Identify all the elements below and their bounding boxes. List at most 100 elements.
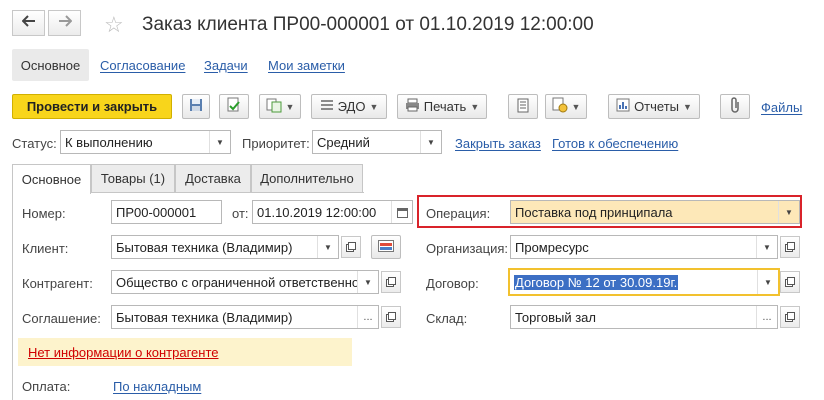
contract-open-button[interactable] [780, 271, 800, 293]
operation-label: Операция: [426, 206, 491, 221]
arrow-right-icon [58, 14, 72, 32]
chevron-down-icon: ▼ [369, 101, 379, 112]
agreement-open-button[interactable] [381, 306, 401, 328]
date-field[interactable]: 01.10.2019 12:00:00 [252, 200, 413, 224]
no-contractor-info-link[interactable]: Нет информации о контрагенте [28, 345, 219, 360]
chevron-down-icon[interactable]: ▼ [778, 201, 799, 223]
view-tab-notes[interactable]: Мои заметки [268, 58, 345, 73]
tab-additional[interactable]: Дополнительно [251, 164, 363, 192]
contractor-select[interactable]: Общество с ограниченной ответственно ▼ [111, 270, 379, 294]
paperclip-icon [729, 97, 741, 116]
number-field[interactable]: ПР00-000001 [111, 200, 222, 224]
tab-goods[interactable]: Товары (1) [91, 164, 175, 192]
tab-main[interactable]: Основное [12, 164, 91, 194]
chevron-down-icon[interactable]: ▼ [420, 131, 441, 153]
create-based-on-button[interactable]: ▼ [259, 94, 301, 119]
tab-delivery[interactable]: Доставка [175, 164, 251, 192]
print-button[interactable]: Печать ▼ [397, 94, 487, 119]
date-value: 01.10.2019 12:00:00 [257, 204, 377, 220]
favorite-star-icon[interactable]: ☆ [104, 12, 124, 38]
ellipsis-icon[interactable]: ... [756, 306, 777, 328]
client-open-button[interactable] [341, 236, 361, 258]
contractor-value: Общество с ограниченной ответственно [116, 274, 357, 290]
warehouse-label: Склад: [426, 311, 468, 326]
warehouse-value: Торговый зал [515, 309, 596, 325]
organization-open-button[interactable] [780, 236, 800, 258]
tab-bar-divider [91, 192, 364, 193]
priority-value: Средний [317, 134, 370, 150]
client-value: Бытовая техника (Владимир) [116, 239, 293, 255]
open-icon [785, 240, 795, 255]
post-document-icon [226, 97, 242, 116]
contact-card-icon [378, 239, 394, 255]
chevron-down-icon[interactable]: ▼ [209, 131, 230, 153]
chevron-down-icon[interactable]: ▼ [357, 271, 378, 293]
panel-border [12, 192, 13, 400]
journal-icon [517, 98, 529, 116]
save-icon [189, 98, 203, 115]
create-based-on-icon [266, 97, 282, 116]
chevron-down-icon[interactable]: ▼ [757, 270, 778, 294]
contract-label: Договор: [426, 276, 479, 291]
client-select[interactable]: Бытовая техника (Владимир) ▼ [111, 235, 339, 259]
files-link[interactable]: Файлы [761, 100, 802, 115]
ellipsis-icon[interactable]: ... [357, 306, 378, 328]
operation-select[interactable]: Поставка под принципала ▼ [510, 200, 800, 224]
number-value: ПР00-000001 [116, 204, 197, 220]
client-card-button[interactable] [371, 235, 401, 259]
agreement-select[interactable]: Бытовая техника (Владимир) ... [111, 305, 379, 329]
edo-icon [320, 99, 334, 114]
printer-icon [405, 98, 420, 115]
calendar-icon[interactable] [391, 201, 412, 223]
journal-button[interactable] [508, 94, 538, 119]
arrow-left-icon [21, 14, 36, 32]
edo-button[interactable]: ЭДО ▼ [311, 94, 387, 119]
ready-for-supply-link[interactable]: Готов к обеспечению [552, 136, 678, 151]
status-value: К выполнению [65, 134, 153, 150]
agreement-label: Соглашение: [22, 311, 101, 326]
agreement-value: Бытовая техника (Владимир) [116, 309, 293, 325]
open-icon [785, 275, 795, 290]
priority-select[interactable]: Средний ▼ [312, 130, 442, 154]
number-label: Номер: [22, 206, 66, 221]
page-title: Заказ клиента ПР00-000001 от 01.10.2019 … [142, 14, 594, 35]
view-tab-approval[interactable]: Согласование [100, 58, 185, 73]
contract-select[interactable]: Договор № 12 от 30.09.19г. ▼ [508, 268, 780, 296]
save-button[interactable] [182, 94, 210, 119]
reports-label: Отчеты [634, 99, 679, 114]
close-order-link[interactable]: Закрыть заказ [455, 136, 541, 151]
open-icon [386, 310, 396, 325]
reports-button[interactable]: Отчеты ▼ [608, 94, 700, 119]
chevron-down-icon: ▼ [683, 101, 692, 112]
status-label: Статус: [12, 136, 57, 151]
post-button[interactable] [219, 94, 249, 119]
view-tab-main[interactable]: Основное [12, 49, 89, 81]
warehouse-open-button[interactable] [780, 306, 800, 328]
priority-label: Приоритет: [242, 136, 310, 151]
contract-value: Договор № 12 от 30.09.19г. [514, 274, 679, 290]
back-button[interactable] [12, 10, 45, 36]
reports-icon [616, 98, 630, 115]
view-tab-tasks[interactable]: Задачи [204, 58, 248, 73]
forward-button[interactable] [48, 10, 81, 36]
warehouse-select[interactable]: Торговый зал ... [510, 305, 778, 329]
organization-select[interactable]: Промресурс ▼ [510, 235, 778, 259]
post-and-close-button[interactable]: Провести и закрыть [12, 94, 172, 119]
attach-button[interactable] [720, 94, 750, 119]
related-documents-button[interactable]: ▼ [545, 94, 587, 119]
open-icon [785, 310, 795, 325]
chevron-down-icon[interactable]: ▼ [317, 236, 338, 258]
payment-link[interactable]: По накладным [113, 379, 201, 394]
status-select[interactable]: К выполнению ▼ [60, 130, 231, 154]
document-clock-icon [552, 97, 568, 116]
contractor-open-button[interactable] [381, 271, 401, 293]
operation-value: Поставка под принципала [515, 204, 673, 220]
chevron-down-icon[interactable]: ▼ [756, 236, 777, 258]
client-label: Клиент: [22, 241, 69, 256]
chevron-down-icon: ▼ [285, 101, 295, 112]
chevron-down-icon: ▼ [470, 101, 480, 112]
edo-label: ЭДО [337, 99, 366, 114]
date-label: от: [232, 206, 249, 221]
print-label: Печать [423, 99, 467, 114]
organization-label: Организация: [426, 241, 509, 256]
